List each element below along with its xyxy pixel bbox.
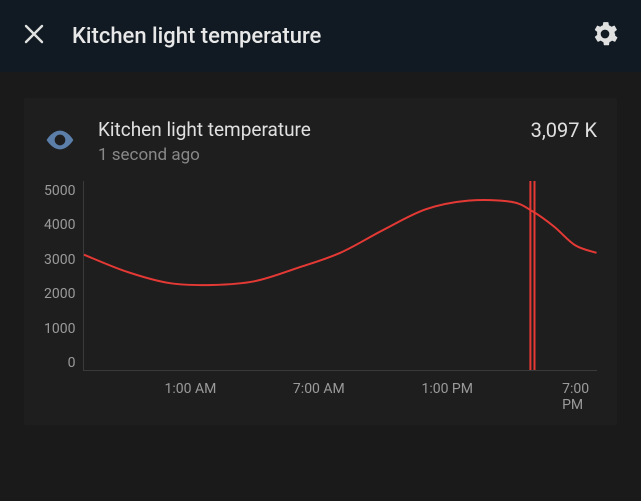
close-icon [23, 23, 45, 49]
y-tick-label: 2000 [44, 286, 75, 302]
sensor-value: 3,097 K [531, 118, 597, 142]
gear-icon [592, 21, 618, 51]
line-series [84, 181, 597, 370]
x-tick-label: 7:00 AM [293, 381, 345, 397]
card-title-group: Kitchen light temperature 1 second ago [98, 118, 509, 165]
dialog-header: Kitchen light temperature [0, 0, 641, 72]
x-tick-label: 7:00 PM [562, 381, 589, 413]
x-axis: 1:00 AM7:00 AM1:00 PM7:00 PM [83, 381, 597, 401]
settings-button[interactable] [589, 20, 621, 52]
y-tick-label: 0 [68, 355, 76, 371]
y-tick-label: 1000 [44, 321, 75, 337]
dialog-content: Kitchen light temperature 1 second ago 3… [0, 72, 641, 449]
y-tick-label: 4000 [44, 217, 75, 233]
card-header: Kitchen light temperature 1 second ago 3… [44, 118, 597, 165]
y-tick-label: 3000 [44, 252, 75, 268]
plot-wrapper: 1:00 AM7:00 AM1:00 PM7:00 PM [83, 181, 597, 401]
x-tick-label: 1:00 PM [421, 381, 473, 397]
x-tick-label: 1:00 AM [165, 381, 217, 397]
y-axis: 5000 4000 3000 2000 1000 0 [44, 181, 83, 371]
close-button[interactable] [20, 22, 48, 50]
plot[interactable] [83, 181, 597, 371]
eye-icon [44, 124, 76, 156]
sensor-name: Kitchen light temperature [98, 118, 509, 141]
dialog-title: Kitchen light temperature [72, 24, 565, 49]
sensor-card: Kitchen light temperature 1 second ago 3… [24, 98, 617, 425]
sensor-updated: 1 second ago [98, 145, 509, 165]
y-tick-label: 5000 [44, 183, 75, 199]
chart-area: 5000 4000 3000 2000 1000 0 1:00 AM 7:00 AM 1:00… [44, 181, 597, 401]
